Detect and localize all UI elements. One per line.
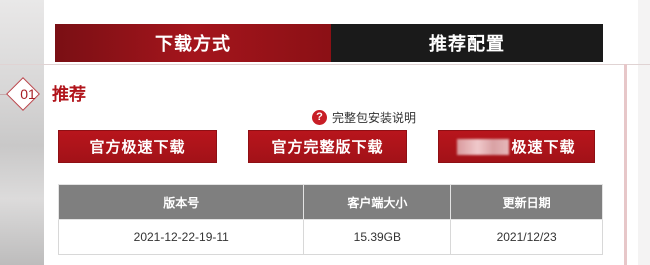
table-header-row: 版本号 客户端大小 更新日期 xyxy=(57,184,603,220)
tab-recommended-config[interactable]: 推荐配置 xyxy=(331,24,603,62)
tab-download-methods[interactable]: 下载方式 xyxy=(55,24,331,62)
blurred-brand-logo xyxy=(457,138,510,155)
version-cell: 2021-12-22-19-11 xyxy=(57,219,305,255)
section-number: 01 xyxy=(20,86,36,102)
official-fast-download-button[interactable]: 官方极速下载 xyxy=(58,130,217,163)
table-row: 2021-12-22-19-11 15.39GB 2021/12/23 xyxy=(57,219,603,255)
official-full-download-button[interactable]: 官方完整版下载 xyxy=(248,130,407,163)
install-help-link[interactable]: ? 完整包安装说明 xyxy=(312,109,416,125)
section-title: 推荐 xyxy=(52,85,86,105)
update-date-cell: 2021/12/23 xyxy=(450,219,603,255)
question-icon: ? xyxy=(312,109,327,125)
client-size-cell: 15.39GB xyxy=(303,219,452,255)
button-label: 官方完整版下载 xyxy=(271,138,384,156)
fast-download-button[interactable]: 极速下载 xyxy=(438,130,595,163)
column-header-version: 版本号 xyxy=(57,184,305,220)
column-header-client-size: 客户端大小 xyxy=(303,184,452,220)
button-label: 官方极速下载 xyxy=(89,138,186,156)
install-help-label: 完整包安装说明 xyxy=(332,110,417,125)
scrollbar-track[interactable] xyxy=(624,64,627,265)
version-table: 版本号 客户端大小 更新日期 2021-12-22-19-11 15.39GB … xyxy=(57,184,603,255)
button-label: 极速下载 xyxy=(511,138,576,156)
column-header-update-date: 更新日期 xyxy=(450,184,603,220)
divider xyxy=(0,64,650,65)
